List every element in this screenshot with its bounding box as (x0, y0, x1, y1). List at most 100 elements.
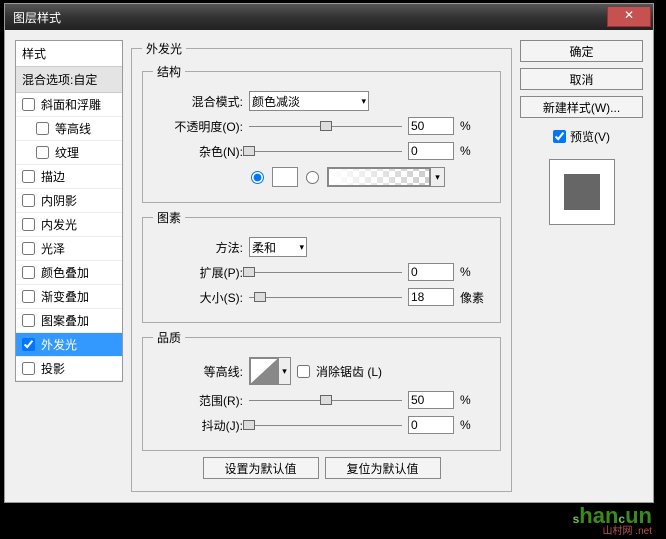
contour-swatch (250, 358, 278, 384)
chevron-down-icon: ▾ (299, 242, 304, 253)
ok-button[interactable]: 确定 (520, 40, 643, 62)
cancel-button[interactable]: 取消 (520, 68, 643, 90)
jitter-unit: % (460, 418, 490, 432)
noise-label: 杂色(N): (153, 143, 243, 160)
style-checkbox[interactable] (22, 362, 35, 375)
style-checkbox[interactable] (22, 218, 35, 231)
style-item[interactable]: 等高线 (16, 117, 122, 141)
style-item[interactable]: 外发光 (16, 333, 122, 357)
chevron-down-icon[interactable]: ▾ (430, 168, 444, 186)
style-checkbox[interactable] (22, 338, 35, 351)
style-checkbox[interactable] (22, 194, 35, 207)
style-checkbox[interactable] (22, 242, 35, 255)
style-item[interactable]: 渐变叠加 (16, 285, 122, 309)
style-item[interactable]: 光泽 (16, 237, 122, 261)
technique-select[interactable]: 柔和 ▾ (249, 237, 307, 257)
style-item[interactable]: 斜面和浮雕 (16, 93, 122, 117)
style-item[interactable]: 内发光 (16, 213, 122, 237)
style-checkbox[interactable] (22, 314, 35, 327)
style-item-label: 图案叠加 (41, 312, 89, 329)
style-checkbox[interactable] (36, 146, 49, 159)
solid-color-swatch[interactable] (272, 167, 298, 187)
blend-mode-value: 颜色减淡 (252, 93, 300, 110)
blend-mode-label: 混合模式: (153, 93, 243, 110)
blend-options-item[interactable]: 混合选项:自定 (16, 67, 122, 93)
spread-unit: % (460, 265, 490, 279)
style-checkbox[interactable] (22, 266, 35, 279)
spread-slider[interactable] (249, 265, 402, 279)
chevron-down-icon: ▾ (361, 96, 366, 107)
style-item-label: 光泽 (41, 240, 65, 257)
gradient-swatch (328, 168, 430, 186)
preview-swatch (564, 174, 600, 210)
gradient-picker[interactable]: ▾ (327, 167, 445, 187)
style-item-label: 斜面和浮雕 (41, 96, 101, 113)
contour-picker[interactable]: ▾ (249, 357, 291, 385)
elements-group: 图素 方法: 柔和 ▾ 扩展(P): % (142, 209, 501, 323)
outer-glow-panel: 外发光 结构 混合模式: 颜色减淡 ▾ 不透明度(O): % (131, 40, 512, 492)
elements-legend: 图素 (153, 209, 185, 226)
quality-legend: 品质 (153, 329, 185, 346)
preview-box (549, 159, 615, 225)
range-label: 范围(R): (153, 392, 243, 409)
style-item-label: 内发光 (41, 216, 77, 233)
range-unit: % (460, 393, 490, 407)
style-item-label: 纹理 (55, 144, 79, 161)
chevron-down-icon[interactable]: ▾ (278, 358, 290, 384)
range-slider[interactable] (249, 393, 402, 407)
technique-label: 方法: (153, 239, 243, 256)
panel-title: 外发光 (142, 40, 186, 57)
noise-input[interactable] (408, 142, 454, 160)
preview-label: 预览(V) (570, 128, 610, 145)
spread-label: 扩展(P): (153, 264, 243, 281)
style-item[interactable]: 纹理 (16, 141, 122, 165)
structure-legend: 结构 (153, 63, 185, 80)
window-title: 图层样式 (13, 9, 61, 26)
jitter-slider[interactable] (249, 418, 402, 432)
antialias-checkbox[interactable] (297, 365, 310, 378)
style-item-label: 描边 (41, 168, 65, 185)
jitter-label: 抖动(J): (153, 417, 243, 434)
opacity-unit: % (460, 119, 490, 133)
opacity-input[interactable] (408, 117, 454, 135)
style-item-label: 内阴影 (41, 192, 77, 209)
style-item[interactable]: 内阴影 (16, 189, 122, 213)
range-input[interactable] (408, 391, 454, 409)
style-checkbox[interactable] (22, 290, 35, 303)
solid-color-radio[interactable] (251, 171, 264, 184)
style-item-label: 颜色叠加 (41, 264, 89, 281)
style-item-label: 等高线 (55, 120, 91, 137)
size-unit: 像素 (460, 289, 490, 306)
size-label: 大小(S): (153, 289, 243, 306)
style-item[interactable]: 描边 (16, 165, 122, 189)
quality-group: 品质 等高线: ▾ 消除锯齿 (L) 范围(R): (142, 329, 501, 451)
size-input[interactable] (408, 288, 454, 306)
close-button[interactable]: ✕ (607, 7, 651, 27)
contour-label: 等高线: (153, 363, 243, 380)
jitter-input[interactable] (408, 416, 454, 434)
titlebar: 图层样式 ✕ (5, 4, 653, 30)
blend-mode-select[interactable]: 颜色减淡 ▾ (249, 91, 369, 111)
style-item-label: 外发光 (41, 336, 77, 353)
new-style-button[interactable]: 新建样式(W)... (520, 96, 643, 118)
size-slider[interactable] (249, 290, 402, 304)
noise-slider[interactable] (249, 144, 402, 158)
style-checkbox[interactable] (22, 170, 35, 183)
technique-value: 柔和 (252, 239, 276, 256)
opacity-slider[interactable] (249, 119, 402, 133)
noise-unit: % (460, 144, 490, 158)
style-item[interactable]: 图案叠加 (16, 309, 122, 333)
reset-default-button[interactable]: 复位为默认值 (325, 457, 441, 479)
styles-header[interactable]: 样式 (16, 41, 122, 67)
style-item-label: 投影 (41, 360, 65, 377)
spread-input[interactable] (408, 263, 454, 281)
style-item[interactable]: 颜色叠加 (16, 261, 122, 285)
style-checkbox[interactable] (22, 98, 35, 111)
structure-group: 结构 混合模式: 颜色减淡 ▾ 不透明度(O): % (142, 63, 501, 203)
style-checkbox[interactable] (36, 122, 49, 135)
gradient-radio[interactable] (306, 171, 319, 184)
set-default-button[interactable]: 设置为默认值 (203, 457, 319, 479)
style-item[interactable]: 投影 (16, 357, 122, 381)
preview-checkbox[interactable] (553, 130, 566, 143)
watermark-sub: 山村网 .net (603, 522, 652, 537)
